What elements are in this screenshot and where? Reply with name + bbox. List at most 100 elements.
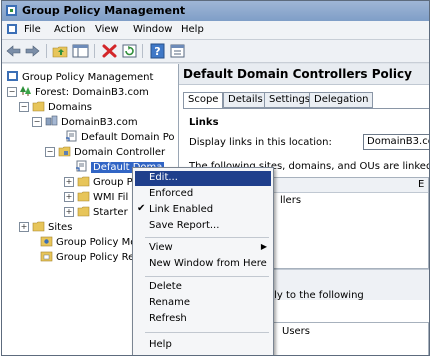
menu-file[interactable]: File [24, 24, 41, 35]
tab-settings[interactable]: Settings [264, 92, 316, 108]
gpo-folder-icon [77, 175, 90, 187]
links-location-label: Display links in this location: [189, 137, 332, 148]
toolbar: ? [2, 40, 429, 63]
tab-scope[interactable]: Scope [183, 92, 224, 109]
menu-item-refresh[interactable]: Refresh [135, 312, 271, 327]
results-icon [40, 250, 53, 262]
menu-item-rename[interactable]: Rename [135, 296, 271, 311]
system-menu-icon[interactable] [6, 23, 18, 35]
forward-icon[interactable] [24, 43, 41, 59]
tree-label: Sites [48, 222, 73, 233]
security-group-cell: Users [282, 326, 311, 337]
menu-separator [145, 276, 269, 277]
menu-item-label: Help [149, 339, 172, 350]
expand-toggle[interactable]: + [64, 207, 74, 217]
tree-item-forest[interactable]: Forest: DomainB3.com [19, 85, 149, 98]
details-header: Default Domain Controllers Policy [179, 64, 429, 85]
forest-icon [19, 85, 32, 97]
tab-details[interactable]: Details [223, 92, 268, 108]
tree-item-default-domain-policy[interactable]: Default Domain Po [65, 130, 175, 143]
menu-item-label: Link Enabled [149, 204, 214, 215]
gpmc-window: Group Policy Management File Action View… [1, 0, 430, 356]
grid-cell: llers [280, 195, 302, 206]
tree-item-domains[interactable]: Domains [32, 100, 92, 113]
menu-separator [145, 237, 269, 238]
back-icon[interactable] [5, 43, 22, 59]
checkmark-icon: ✔ [137, 203, 146, 214]
menu-item-view[interactable]: View ▶ [135, 241, 271, 256]
gpmc-node-icon [6, 70, 19, 82]
menu-item-label: Rename [149, 297, 191, 308]
tree-label: Group Policy Re [56, 252, 135, 263]
tree-item-group-policy-objects[interactable]: Group P [77, 175, 133, 188]
help-icon[interactable]: ? [149, 43, 166, 59]
toolbar-separator [46, 44, 47, 58]
tab-delegation[interactable]: Delegation [309, 92, 374, 108]
expand-toggle[interactable]: + [19, 222, 29, 232]
links-heading: Links [189, 117, 219, 128]
ou-folder-icon [58, 145, 71, 157]
grid-column-header[interactable]: E [418, 179, 424, 190]
tree-label: Default Domain Po [81, 132, 175, 143]
wmi-folder-icon [77, 190, 90, 202]
gpo-link-icon [65, 130, 78, 142]
toolbar-separator [94, 44, 95, 58]
submenu-arrow-icon: ▶ [260, 242, 267, 251]
tree-label: Forest: DomainB3.com [35, 87, 149, 98]
window-title: Group Policy Management [22, 4, 186, 17]
tree-item-group-policy-modeling[interactable]: Group Policy Mo [40, 235, 136, 248]
domains-folder-icon [32, 100, 45, 112]
title-bar: Group Policy Management [2, 1, 429, 21]
collapse-toggle[interactable]: − [32, 117, 42, 127]
expand-toggle[interactable]: + [64, 177, 74, 187]
menu-help[interactable]: Help [181, 24, 204, 35]
svg-text:?: ? [154, 45, 160, 58]
menu-item-new-window[interactable]: New Window from Here [135, 257, 271, 272]
modeling-icon [40, 235, 53, 247]
context-menu: Edit... Enforced ✔ Link Enabled Save Rep… [132, 167, 274, 355]
tree-item-domain-controllers[interactable]: Domain Controller [58, 145, 165, 158]
properties-icon[interactable] [169, 43, 186, 59]
menu-view[interactable]: View [95, 24, 119, 35]
tree-item-wmi-filters[interactable]: WMI Fil [77, 190, 128, 203]
tree-label: Domains [48, 102, 93, 113]
menu-item-label: Delete [149, 281, 182, 292]
menu-item-edit[interactable]: Edit... [135, 171, 271, 186]
menu-item-label: View [149, 242, 173, 253]
tree-item-group-policy-results[interactable]: Group Policy Re [40, 250, 134, 263]
tree-label: Group P [93, 177, 133, 188]
expand-toggle[interactable]: + [64, 192, 74, 202]
collapse-toggle[interactable]: − [19, 102, 29, 112]
menu-item-delete[interactable]: Delete [135, 280, 271, 295]
gpo-link-icon [75, 160, 88, 172]
menu-item-label: Save Report... [149, 220, 220, 231]
tree-item-starter-gpos[interactable]: Starter [77, 205, 128, 218]
tree-item-domain[interactable]: DomainB3.com [45, 115, 138, 128]
starter-folder-icon [77, 205, 90, 217]
refresh-icon[interactable] [121, 43, 138, 59]
collapse-toggle[interactable]: − [45, 147, 55, 157]
tree-label: Group Policy Management [22, 72, 154, 83]
menu-item-link-enabled[interactable]: ✔ Link Enabled [135, 203, 271, 218]
toolbar-separator [142, 44, 143, 58]
menu-item-enforced[interactable]: Enforced [135, 187, 271, 202]
menu-action[interactable]: Action [54, 24, 85, 35]
show-hide-tree-icon[interactable] [72, 43, 89, 59]
menu-item-label: Edit... [149, 172, 178, 183]
menu-item-label: Enforced [149, 188, 194, 199]
menu-item-help[interactable]: Help [135, 338, 271, 353]
tree-label: Starter [93, 207, 128, 218]
menu-separator [145, 332, 269, 333]
up-folder-icon[interactable] [52, 43, 69, 59]
menu-item-save-report[interactable]: Save Report... [135, 219, 271, 234]
menu-bar: File Action View Window Help [2, 21, 429, 40]
menu-window[interactable]: Window [133, 24, 172, 35]
links-location-select[interactable]: DomainB3.com [363, 134, 429, 150]
delete-icon[interactable] [101, 43, 118, 59]
tree-label: DomainB3.com [61, 117, 138, 128]
menu-item-label: New Window from Here [149, 258, 267, 269]
collapse-toggle[interactable]: − [7, 87, 17, 97]
tree-item-root[interactable]: Group Policy Management [6, 70, 153, 83]
domain-icon [45, 115, 58, 127]
tree-item-sites[interactable]: Sites [32, 220, 72, 233]
